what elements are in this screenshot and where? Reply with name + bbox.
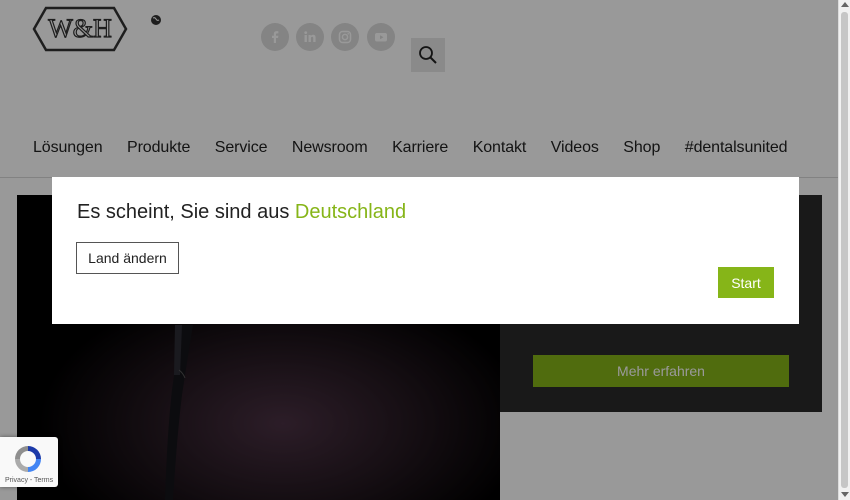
change-country-button[interactable]: Land ändern — [76, 242, 179, 274]
modal-title: Es scheint, Sie sind aus Deutschland — [77, 201, 406, 224]
recaptcha-badge[interactable]: Privacy - Terms — [0, 437, 58, 487]
country-modal: Es scheint, Sie sind aus Deutschland Lan… — [52, 177, 799, 324]
recaptcha-icon — [15, 446, 41, 472]
scroll-down-arrow[interactable] — [841, 492, 849, 497]
modal-title-prefix: Es scheint, Sie sind aus — [77, 201, 295, 223]
scroll-thumb[interactable] — [841, 12, 848, 488]
scroll-up-arrow[interactable] — [841, 2, 849, 7]
detected-country: Deutschland — [294, 201, 407, 223]
vertical-scrollbar[interactable] — [838, 0, 850, 500]
start-button[interactable]: Start — [718, 267, 774, 298]
recaptcha-links[interactable]: Privacy - Terms — [5, 477, 53, 484]
